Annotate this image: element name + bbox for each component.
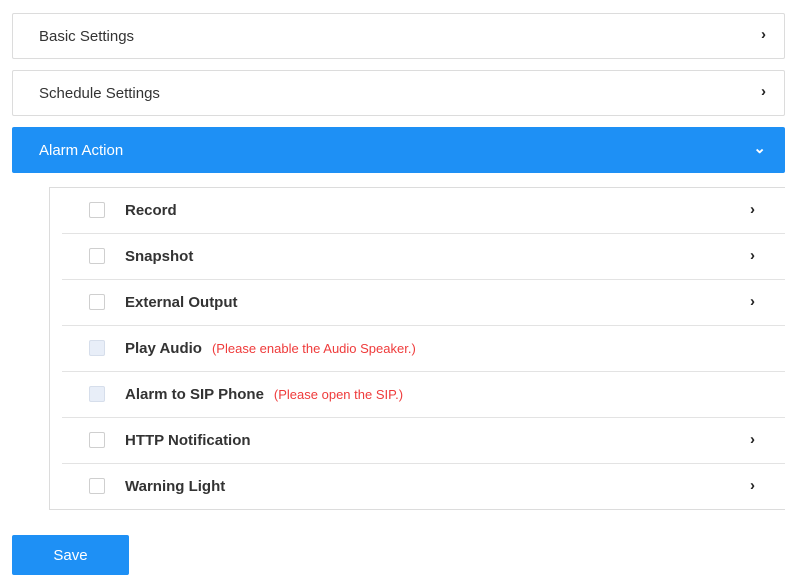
action-label: HTTP Notification xyxy=(125,432,251,449)
action-row-external-output[interactable]: External Output › xyxy=(62,280,785,326)
action-label: External Output xyxy=(125,294,238,311)
snapshot-checkbox[interactable] xyxy=(89,248,105,264)
chevron-right-icon: › xyxy=(750,477,755,494)
action-row-snapshot[interactable]: Snapshot › xyxy=(62,234,785,280)
chevron-down-icon: ⌄ xyxy=(753,140,766,157)
action-label-with-note: Play Audio (Please enable the Audio Speak… xyxy=(125,340,416,357)
record-checkbox[interactable] xyxy=(89,202,105,218)
chevron-right-icon: › xyxy=(761,26,766,43)
action-row-http-notification[interactable]: HTTP Notification › xyxy=(62,418,785,464)
action-label-with-note: Alarm to SIP Phone (Please open the SIP.) xyxy=(125,386,403,403)
action-label: Snapshot xyxy=(125,248,194,265)
sip-phone-checkbox xyxy=(89,386,105,402)
play-audio-checkbox xyxy=(89,340,105,356)
warning-light-checkbox[interactable] xyxy=(89,478,105,494)
action-row-warning-light[interactable]: Warning Light › xyxy=(62,464,785,510)
section-schedule-settings[interactable]: Schedule Settings › xyxy=(12,70,785,116)
alarm-action-panel: Record › Snapshot › External Output › Pl… xyxy=(49,187,785,510)
action-row-record[interactable]: Record › xyxy=(62,188,785,234)
section-basic-settings[interactable]: Basic Settings › xyxy=(12,13,785,59)
action-label: Warning Light xyxy=(125,478,226,495)
chevron-right-icon: › xyxy=(750,293,755,310)
section-alarm-action-label: Alarm Action xyxy=(39,142,124,159)
warning-note: (Please enable the Audio Speaker.) xyxy=(211,341,416,356)
section-alarm-action[interactable]: Alarm Action ⌄ xyxy=(12,127,785,173)
chevron-right-icon: › xyxy=(750,431,755,448)
http-notification-checkbox[interactable] xyxy=(89,432,105,448)
section-schedule-settings-label: Schedule Settings xyxy=(39,85,160,102)
chevron-right-icon: › xyxy=(750,201,755,218)
warning-note: (Please open the SIP.) xyxy=(273,387,404,402)
action-label: Alarm to SIP Phone xyxy=(125,386,264,403)
chevron-right-icon: › xyxy=(750,247,755,264)
save-button[interactable]: Save xyxy=(12,535,129,575)
section-basic-settings-label: Basic Settings xyxy=(39,28,135,45)
action-row-play-audio: Play Audio (Please enable the Audio Speak… xyxy=(62,326,785,372)
action-label: Play Audio xyxy=(125,340,202,357)
action-label: Record xyxy=(125,202,177,219)
action-row-alarm-to-sip-phone: Alarm to SIP Phone (Please open the SIP.) xyxy=(62,372,785,418)
external-output-checkbox[interactable] xyxy=(89,294,105,310)
chevron-right-icon: › xyxy=(761,83,766,100)
